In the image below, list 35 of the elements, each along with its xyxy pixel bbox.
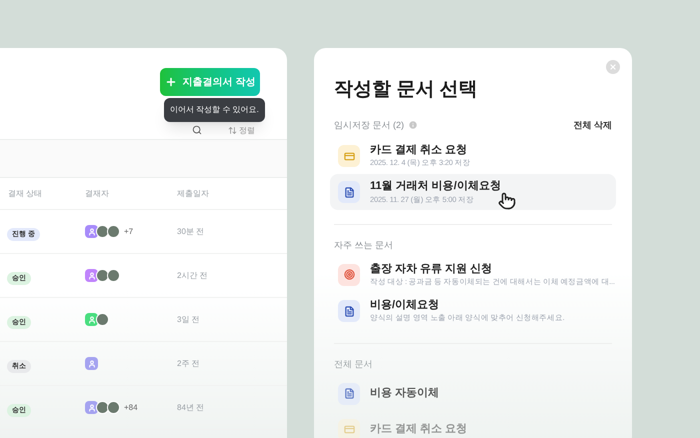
card-icon <box>338 145 360 168</box>
submitted-time: 2주 전 <box>177 358 201 370</box>
document-title: 카드 결제 취소 요청 <box>370 144 468 158</box>
sort-icon[interactable] <box>228 126 237 135</box>
delete-all-link[interactable]: 전체 삭제 <box>573 118 612 132</box>
document-icon <box>338 382 360 405</box>
document-title: 카드 결제 취소 요청 <box>370 423 468 437</box>
section-label: 전체 문서 <box>333 358 374 372</box>
card-icon <box>338 418 360 438</box>
submitted-time: 84년 전 <box>177 402 206 414</box>
document-title: 11월 거래처 비용/이체요청 <box>370 180 501 194</box>
target-icon <box>338 264 360 286</box>
submitted-time: 30분 전 <box>177 226 206 238</box>
document-icon <box>338 181 360 204</box>
submitted-time: 2시간 전 <box>177 270 209 282</box>
info-icon[interactable] <box>408 120 418 130</box>
column-header: 제출일자 <box>177 188 210 200</box>
tooltip: 이어서 작성할 수 있어요. <box>164 98 265 122</box>
document-title: 비용/이체요청 <box>370 298 440 312</box>
document-title: 비용 자동이체 <box>370 386 440 401</box>
section-label: 자주 쓰는 문서 <box>333 239 394 252</box>
document-item[interactable]: 비용 자동이체 <box>330 376 616 412</box>
search-icon[interactable] <box>192 125 202 135</box>
column-header: 결재자 <box>85 188 110 200</box>
hand-cursor-icon <box>498 192 516 210</box>
modal-title: 작성할 문서 선택 <box>334 78 479 102</box>
document-title: 출장 자차 유류 지원 신청 <box>370 262 494 276</box>
plus-icon <box>164 76 177 88</box>
column-header: 결재 상태 <box>7 188 44 200</box>
section-label: 임시저장 문서 (2) <box>334 118 404 132</box>
close-icon <box>609 63 617 71</box>
submitted-time: 3일 전 <box>177 314 201 326</box>
document-icon <box>338 300 360 322</box>
approver-count: +7 <box>124 226 134 238</box>
approver-count: +84 <box>124 402 138 414</box>
